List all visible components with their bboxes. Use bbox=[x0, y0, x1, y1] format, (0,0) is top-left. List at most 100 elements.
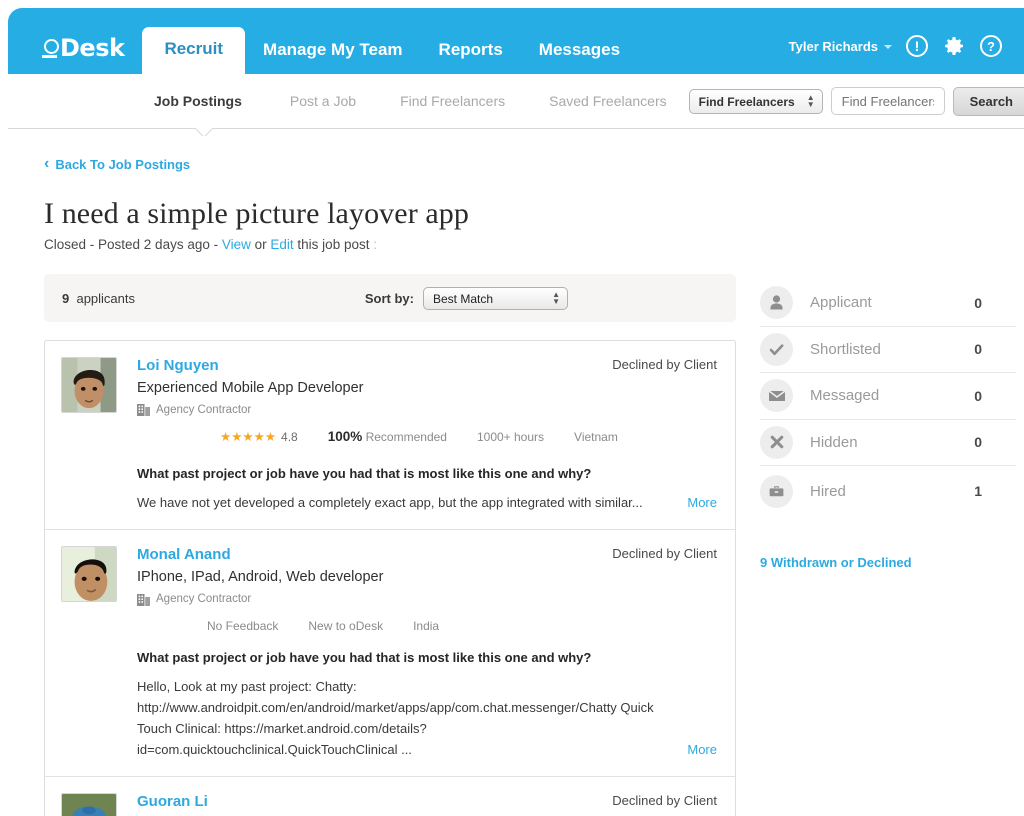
nav-item-manage-my-team[interactable]: Manage My Team bbox=[245, 41, 421, 74]
screenshot-frame: Desk Recruit Manage My Team Reports Mess… bbox=[0, 0, 1024, 816]
job-post-suffix: this job post bbox=[293, 237, 370, 252]
avatar-photo-icon bbox=[62, 547, 116, 602]
status-badge: Declined by Client bbox=[612, 546, 717, 562]
applicant-card[interactable]: Guoran Li Experienced with Android&iOS A… bbox=[45, 777, 735, 816]
answer-line: Touch Clinical: https://market.android.c… bbox=[137, 720, 427, 736]
job-meta-dots: : bbox=[373, 237, 377, 252]
hours-stat: 1000+ hours bbox=[476, 429, 545, 444]
user-menu[interactable]: Tyler Richards bbox=[789, 39, 892, 54]
sidebar-count: 0 bbox=[974, 341, 982, 358]
search-input[interactable] bbox=[830, 87, 945, 115]
sidebar-label: Messaged bbox=[810, 387, 880, 405]
job-status-text: Closed - Posted 2 days ago - bbox=[44, 237, 222, 252]
status-badge: Declined by Client bbox=[612, 357, 717, 372]
sidebar-count: 0 bbox=[974, 387, 982, 404]
x-icon bbox=[760, 425, 793, 459]
applicant-details: Guoran Li Experienced with Android&iOS A… bbox=[117, 793, 717, 816]
sidebar-label: Shortlisted bbox=[810, 340, 881, 358]
applicant-count: 9 applicants bbox=[62, 291, 135, 306]
more-link[interactable]: More bbox=[687, 739, 717, 760]
gear-icon[interactable] bbox=[942, 34, 966, 58]
sidebar-item-messaged[interactable]: Messaged 0 bbox=[760, 373, 1016, 420]
avatar-photo-icon bbox=[62, 358, 116, 412]
nav-item-recruit[interactable]: Recruit bbox=[142, 27, 246, 75]
sidebar-count: 0 bbox=[974, 294, 982, 311]
building-icon bbox=[137, 593, 150, 606]
country-stat: India bbox=[413, 618, 440, 633]
agency-label: Agency Contractor bbox=[156, 593, 252, 606]
withdrawn-or-declined-link[interactable]: 9 Withdrawn or Declined bbox=[760, 555, 1016, 570]
answer-line: Hello, Look at my past project: Chatty: bbox=[137, 678, 357, 694]
applicant-card[interactable]: Loi Nguyen Experienced Mobile App Develo… bbox=[45, 341, 735, 531]
applicant-list: Loi Nguyen Experienced Mobile App Develo… bbox=[44, 340, 736, 816]
sidebar-item-shortlisted[interactable]: Shortlisted 0 bbox=[760, 327, 1016, 373]
answer-line: We have not yet developed a completely e… bbox=[137, 495, 643, 511]
sort-bar: 9 applicants Sort by: Best Match ▲ ▼ bbox=[44, 274, 736, 322]
main-nav: Recruit Manage My Team Reports Messages bbox=[142, 8, 638, 75]
sidebar-label: Hired bbox=[810, 482, 846, 500]
page-title: I need a simple picture layover app bbox=[44, 197, 469, 230]
subnav-item-job-postings[interactable]: Job Postings bbox=[154, 93, 268, 109]
applicant-name-link[interactable]: Monal Anand bbox=[137, 546, 383, 565]
agency-contractor-badge: Agency Contractor bbox=[137, 593, 383, 606]
person-icon bbox=[760, 286, 793, 320]
agency-label: Agency Contractor bbox=[156, 403, 252, 416]
avatar[interactable] bbox=[61, 357, 117, 413]
applicant-title: IPhone, IPad, Android, Web developer bbox=[137, 569, 384, 586]
avatar[interactable] bbox=[61, 792, 117, 816]
sidebar-item-hired[interactable]: Hired 1 bbox=[760, 468, 1016, 515]
search-scope-wrap: Find Freelancers ▲ ▼ bbox=[688, 88, 823, 114]
nav-item-messages[interactable]: Messages bbox=[521, 41, 638, 74]
avatar[interactable] bbox=[61, 546, 117, 603]
subnav-item-post-a-job[interactable]: Post a Job bbox=[268, 93, 378, 109]
top-navigation-bar: Desk Recruit Manage My Team Reports Mess… bbox=[8, 8, 1024, 75]
applicant-card[interactable]: Monal Anand IPhone, IPad, Android, Web d… bbox=[45, 530, 735, 777]
sort-select-wrap: Best Match ▲ ▼ bbox=[423, 286, 568, 310]
recommended-stat: 100% Recommended bbox=[328, 429, 447, 444]
sidebar-item-applicant[interactable]: Applicant 0 bbox=[760, 280, 1016, 327]
applicant-stats: No Feedback New to oDesk India bbox=[137, 619, 717, 633]
answer-line: id=com.quicktouchclinical.QuickTouchClin… bbox=[137, 741, 412, 757]
applicant-title: Experienced Mobile App Developer bbox=[137, 379, 364, 396]
sort-select[interactable]: Best Match bbox=[423, 286, 568, 310]
edit-job-link[interactable]: Edit bbox=[270, 237, 293, 252]
applicant-count-number: 9 bbox=[62, 290, 70, 306]
building-icon bbox=[137, 404, 150, 417]
status-badge: Declined by Client bbox=[612, 792, 717, 808]
pipeline-stats: Applicant 0 Shortlisted 0 Messaged 0 Hid… bbox=[760, 280, 1016, 515]
odesk-o-icon bbox=[42, 39, 59, 59]
page-content: ‹ Back To Job Postings I need a simple p… bbox=[8, 129, 1024, 816]
subnav-item-find-freelancers[interactable]: Find Freelancers bbox=[378, 93, 527, 109]
sidebar-item-hidden[interactable]: Hidden 0 bbox=[760, 420, 1016, 466]
applicant-name-link[interactable]: Guoran Li bbox=[137, 793, 598, 812]
hours-stat: New to oDesk bbox=[308, 618, 384, 633]
country-stat: Vietnam bbox=[574, 429, 618, 444]
chevron-left-icon: ‹ bbox=[44, 155, 50, 172]
nav-item-reports[interactable]: Reports bbox=[421, 41, 521, 74]
subnav-item-saved-freelancers[interactable]: Saved Freelancers bbox=[527, 93, 689, 109]
top-right-controls: Tyler Richards ! ? bbox=[789, 34, 1024, 74]
sub-nav: Job Postings Post a Job Find Freelancers… bbox=[154, 93, 689, 109]
more-link[interactable]: More bbox=[687, 492, 717, 513]
agency-contractor-badge: Agency Contractor bbox=[137, 403, 364, 417]
rating-value: 4.8 bbox=[281, 429, 298, 444]
secondary-navigation-bar: Job Postings Post a Job Find Freelancers… bbox=[8, 74, 1024, 129]
alert-icon[interactable]: ! bbox=[906, 35, 928, 57]
star-rating-icon: ★★★★★ bbox=[220, 430, 277, 445]
search-button[interactable]: Search bbox=[952, 86, 1024, 116]
job-meta: Closed - Posted 2 days ago - View or Edi… bbox=[44, 237, 1024, 252]
sidebar-count: 0 bbox=[974, 434, 982, 451]
search-group: Find Freelancers ▲▼ Search bbox=[688, 86, 1024, 116]
cover-letter-answer: We have not yet developed a completely e… bbox=[137, 492, 717, 513]
odesk-logo[interactable]: Desk bbox=[8, 36, 142, 74]
or-text: or bbox=[250, 237, 271, 252]
user-name: Tyler Richards bbox=[788, 38, 878, 54]
back-link-label: Back To Job Postings bbox=[55, 156, 191, 172]
cover-letter-answer: Hello, Look at my past project: Chatty: … bbox=[137, 676, 717, 760]
view-job-link[interactable]: View bbox=[222, 237, 251, 252]
applicant-name-link[interactable]: Loi Nguyen bbox=[137, 357, 364, 376]
briefcase-icon bbox=[760, 474, 793, 508]
help-icon[interactable]: ? bbox=[980, 35, 1002, 57]
back-to-job-postings-link[interactable]: ‹ Back To Job Postings bbox=[44, 156, 190, 172]
search-scope-select[interactable]: Find Freelancers bbox=[688, 88, 823, 114]
